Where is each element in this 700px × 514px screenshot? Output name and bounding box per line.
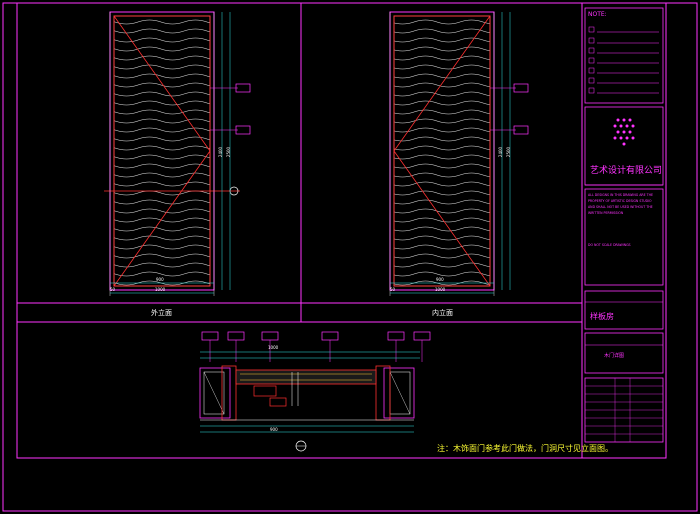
right-door-width-dim: 900 (436, 277, 444, 282)
left-door-height-dim: 2400 (218, 146, 224, 158)
drawing-name: 木门详图 (604, 353, 625, 359)
note-label: NOTE: (588, 11, 607, 18)
english-note-4: WRITTEN PERMISSION (588, 211, 624, 215)
cad-drawing-canvas (2, 2, 698, 512)
right-door-height-total: 2500 (506, 146, 512, 158)
left-door-width-total: 1000 (155, 287, 166, 292)
english-note-1: ALL DESIGNS IN THIS DRAWING ARE THE (588, 193, 654, 197)
scale-note: DO NOT SCALE DRAWINGS (588, 243, 631, 247)
footnote: 注：木饰面门参考此门做法，门洞尺寸见立面图。 (437, 444, 613, 453)
english-note-2: PROPERTY OF ARTISTIC DESIGN STUDIO (588, 199, 652, 203)
right-side-dim: 50 (390, 287, 396, 292)
left-side-dim: 50 (110, 287, 116, 292)
left-door-height-total: 2500 (226, 146, 232, 158)
company-name: 艺术设计有限公司 (590, 166, 663, 176)
left-door-width-dim: 900 (156, 277, 164, 282)
inner-elevation-label: 内立面 (432, 309, 453, 317)
title-block (584, 7, 664, 443)
right-door-height-dim: 2400 (498, 146, 504, 158)
company-logo (613, 118, 635, 146)
project-label: 样板房 (590, 312, 614, 321)
english-note-3: AND SHALL NOT BE USED WITHOUT THE (588, 205, 653, 209)
right-door-width-total: 1000 (435, 287, 446, 292)
plan-width-dim: 1000 (268, 345, 279, 350)
plan-bottom-dim: 900 (270, 427, 278, 432)
outer-elevation-label: 外立面 (151, 309, 172, 317)
sheet-outer-frame (2, 2, 698, 512)
plan-section (199, 331, 431, 452)
